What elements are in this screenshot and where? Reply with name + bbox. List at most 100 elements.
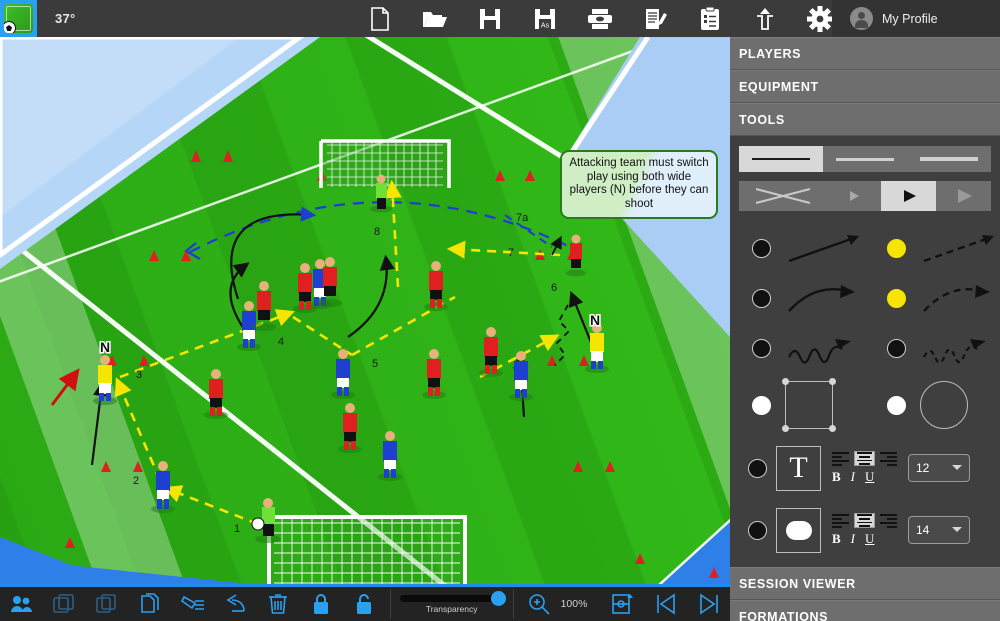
line-weight-medium[interactable]	[823, 146, 907, 172]
svg-text:As: As	[540, 22, 549, 29]
curved-arrow-radio[interactable]	[752, 288, 771, 308]
callout-bold-button[interactable]: B	[832, 531, 841, 547]
zoom-in-icon[interactable]	[518, 587, 561, 621]
dashed-wavy-arrow-tool[interactable]	[865, 323, 1000, 373]
pitch-app-icon[interactable]	[0, 0, 37, 37]
soccer-session-planner: 37° As My Profile 1 2 3 4 5 6 7 7a 8 N N…	[0, 0, 1000, 621]
team-select-icon[interactable]	[0, 587, 43, 621]
dashed-curved-arrow-radio[interactable]	[887, 288, 906, 308]
wavy-arrow-radio[interactable]	[752, 338, 771, 358]
arrow-small[interactable]	[827, 181, 882, 211]
bottom-toolbar: Transparency 100%	[0, 584, 730, 621]
sidebar-item-players[interactable]: PLAYERS	[730, 37, 1000, 70]
svg-text:1: 1	[234, 523, 240, 535]
save-as-icon[interactable]: As	[517, 0, 572, 37]
text-font-size-value: 12	[916, 461, 930, 475]
line-weight-selector[interactable]	[739, 146, 991, 172]
callout-align-left-button[interactable]	[830, 513, 851, 528]
align-left-button[interactable]	[830, 451, 851, 466]
arrow-large[interactable]	[936, 181, 991, 211]
ellipse-tool[interactable]	[865, 373, 1000, 437]
tools-panel: T B I U 12 B I U 14	[730, 136, 1000, 567]
print-icon[interactable]	[572, 0, 627, 37]
duplicate-icon[interactable]	[129, 587, 172, 621]
sidebar-item-tools[interactable]: TOOLS	[730, 103, 1000, 136]
copy-icon[interactable]	[86, 587, 129, 621]
svg-text:5: 5	[372, 358, 378, 370]
speech-bubble-icon[interactable]	[776, 507, 821, 553]
sidebar-item-session-viewer[interactable]: SESSION VIEWER	[730, 567, 1000, 600]
callout-underline-button[interactable]: U	[865, 531, 874, 547]
tools-label: TOOLS	[739, 112, 785, 127]
wavy-arrow-tool[interactable]	[730, 323, 865, 373]
delete-trash-icon[interactable]	[257, 587, 300, 621]
straight-arrow-radio[interactable]	[752, 238, 771, 258]
rotation-degrees[interactable]: 37°	[55, 11, 76, 26]
text-font-size-select[interactable]: 12	[908, 454, 970, 482]
next-frame-icon[interactable]	[687, 587, 730, 621]
save-icon[interactable]	[462, 0, 517, 37]
svg-text:7a: 7a	[516, 212, 529, 224]
text-icon[interactable]: T	[776, 445, 821, 491]
top-toolbar: 37° As My Profile	[0, 0, 1000, 37]
svg-text:2: 2	[133, 475, 139, 487]
line-weight-thin[interactable]	[739, 146, 823, 172]
clipboard-icon[interactable]	[682, 0, 737, 37]
clear-brush-icon[interactable]	[171, 587, 214, 621]
lock-open-icon[interactable]	[343, 587, 386, 621]
bold-button[interactable]: B	[832, 469, 841, 485]
undo-icon[interactable]	[214, 587, 257, 621]
underline-button[interactable]: U	[865, 469, 874, 485]
callout-align-center-button[interactable]	[854, 513, 875, 528]
dashed-straight-arrow-tool[interactable]	[865, 223, 1000, 273]
text-tool[interactable]: T B I U 12	[730, 437, 1000, 499]
transparency-slider[interactable]: Transparency	[395, 590, 509, 614]
dashed-curved-arrow-tool[interactable]	[865, 273, 1000, 323]
svg-text:8: 8	[374, 226, 380, 238]
callout-italic-button[interactable]: I	[851, 531, 855, 547]
text-tool-radio[interactable]	[748, 458, 767, 478]
callout-tool-radio[interactable]	[748, 520, 767, 540]
callout-tool[interactable]: B I U 14	[730, 499, 1000, 561]
rectangle-radio[interactable]	[752, 395, 771, 415]
pitch-selector-icon[interactable]	[601, 587, 644, 621]
previous-frame-icon[interactable]	[644, 587, 687, 621]
pitch-drawing-overlay[interactable]: 1 2 3 4 5 6 7 7a 8 N N	[0, 37, 730, 584]
profile-button[interactable]: My Profile	[832, 0, 1000, 37]
ellipse-radio[interactable]	[887, 395, 906, 415]
right-sidebar: PLAYERS EQUIPMENT TOOLS T B I U 12 B I U…	[730, 37, 1000, 621]
callout-align-right-button[interactable]	[878, 513, 899, 528]
open-folder-icon[interactable]	[407, 0, 462, 37]
line-weight-thick[interactable]	[907, 146, 991, 172]
notes-icon[interactable]	[627, 0, 682, 37]
layers-icon[interactable]	[43, 587, 86, 621]
lock-closed-icon[interactable]	[300, 587, 343, 621]
sidebar-item-equipment[interactable]: EQUIPMENT	[730, 70, 1000, 103]
arrow-none[interactable]	[739, 181, 827, 211]
text-format-group: B I U	[830, 451, 899, 485]
tactics-canvas[interactable]: 1 2 3 4 5 6 7 7a 8 N N Attacking team mu…	[0, 37, 730, 584]
text-glyph: T	[789, 451, 808, 484]
svg-text:4: 4	[278, 336, 284, 348]
dashed-straight-arrow-radio[interactable]	[887, 238, 906, 258]
wide-right-label: N	[590, 312, 600, 328]
align-center-button[interactable]	[854, 451, 875, 466]
italic-button[interactable]: I	[851, 469, 855, 485]
ellipse-icon	[920, 381, 968, 429]
share-icon[interactable]	[737, 0, 792, 37]
dashed-wavy-arrow-radio[interactable]	[887, 338, 906, 358]
curved-arrow-tool[interactable]	[730, 273, 865, 323]
sidebar-item-formations[interactable]: FORMATIONS	[730, 600, 1000, 621]
straight-arrow-tool[interactable]	[730, 223, 865, 273]
tactic-callout[interactable]: Attacking team must switch play using bo…	[560, 150, 718, 220]
arrow-solid[interactable]	[881, 181, 937, 211]
rectangle-tool[interactable]	[730, 373, 865, 437]
align-right-button[interactable]	[878, 451, 899, 466]
new-file-icon[interactable]	[352, 0, 407, 37]
callout-font-size-select[interactable]: 14	[908, 516, 970, 544]
chevron-down-icon	[952, 527, 962, 537]
transparency-label: Transparency	[425, 603, 478, 614]
arrowhead-selector[interactable]	[739, 181, 991, 211]
callout-format-group: B I U	[830, 513, 899, 547]
transparency-knob[interactable]	[490, 590, 506, 606]
